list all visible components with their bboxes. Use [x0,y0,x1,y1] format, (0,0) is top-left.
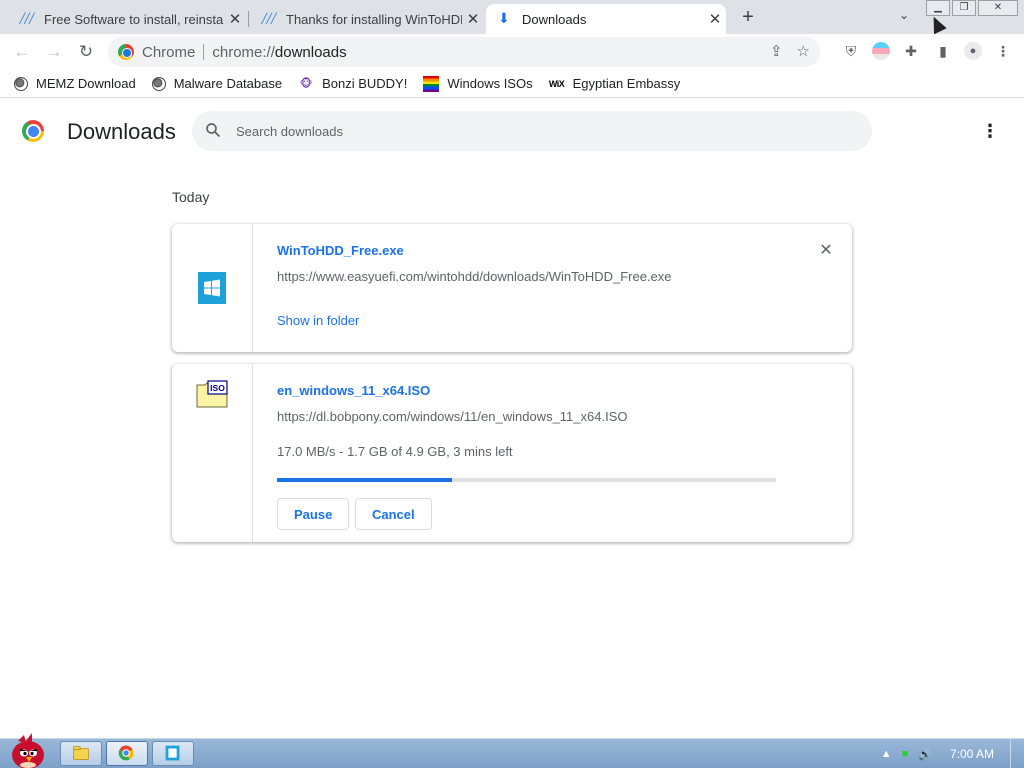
tab-strip: /// Free Software to install, reinsta ✕ … [0,0,1024,35]
tab-free-software[interactable]: /// Free Software to install, reinsta ✕ [8,4,246,34]
file-name-link[interactable]: WinToHDD_Free.exe [277,243,404,258]
chrome-logo-icon [22,120,44,142]
tab-search-chevron-icon[interactable]: ⌄ [894,8,914,28]
close-tab-icon[interactable]: ✕ [704,10,726,28]
start-button-angry-bird-icon[interactable] [4,731,52,768]
bookmark-label: Malware Database [173,76,283,91]
omnibox-divider [203,44,205,60]
file-source-url[interactable]: https://dl.bobpony.com/windows/11/en_win… [277,409,628,424]
bonzi-icon: 🐵 [299,77,313,90]
tab-thanks-installing[interactable]: /// Thanks for installing WinToHDD ✕ [250,4,484,34]
tab-downloads[interactable]: ⬇ Downloads ✕ [486,4,726,34]
bookmark-memz[interactable]: MEMZ Download [14,76,136,91]
download-item: ISO en_windows_11_x64.ISO https://dl.bob… [172,364,852,542]
bookmark-malware-database[interactable]: Malware Database [151,76,283,91]
share-icon[interactable]: ⇪ [770,42,783,60]
puzzle-extensions-icon[interactable]: ✚ [900,40,922,62]
taskbar-chrome-button[interactable] [106,741,148,766]
iso-file-icon: ISO [196,380,228,408]
downloads-header: Downloads ⋮ [0,99,1024,163]
profile-avatar-icon[interactable]: ● [964,42,982,60]
taskbar-explorer-button[interactable] [60,741,102,766]
download-progress-fill [277,478,452,482]
tab-title: Thanks for installing WinToHDD [286,11,462,27]
network-icon[interactable]: ■ [902,748,909,760]
volume-icon[interactable]: 🔊 [918,748,932,761]
browser-toolbar: ← → ↻ Chrome chrome://downloads ⇪ ☆ ⛨ ✚ … [0,34,1024,70]
address-bar[interactable]: Chrome chrome://downloads ⇪ ☆ [108,37,820,67]
show-desktop-button[interactable] [1010,739,1024,768]
reload-button[interactable]: ↻ [74,40,98,64]
windows-app-icon [198,272,226,304]
show-in-folder-link[interactable]: Show in folder [277,313,359,328]
show-hidden-icons-icon[interactable]: ▲ [881,748,892,760]
extension-icons: ⛨ ✚ ▮ ● ⋮ [840,40,1014,62]
download-item: WinToHDD_Free.exe https://www.easyuefi.c… [172,224,852,352]
chrome-menu-icon[interactable]: ⋮ [992,40,1014,62]
bookmark-star-icon[interactable]: ☆ [797,42,810,60]
pause-button[interactable]: Pause [277,498,350,530]
more-actions-icon[interactable]: ⋮ [980,119,1000,143]
download-status: 17.0 MB/s - 1.7 GB of 4.9 GB, 3 mins lef… [277,444,513,459]
file-name-link[interactable]: en_windows_11_x64.ISO [277,383,430,398]
windows-app-icon [165,745,180,761]
globe-icon [151,76,166,91]
search-icon [206,123,220,137]
bookmarks-bar: MEMZ Download Malware Database 🐵 Bonzi B… [0,70,1024,98]
bookmark-windows-isos[interactable]: Windows ISOs [423,75,533,92]
close-tab-icon[interactable]: ✕ [224,10,246,28]
folder-icon [73,746,89,760]
forward-button[interactable]: → [42,40,66,64]
side-panel-icon[interactable]: ▮ [932,40,954,62]
file-source-url[interactable]: https://www.easyuefi.com/wintohdd/downlo… [277,269,672,284]
iso-badge-text: ISO [210,383,225,393]
omnibox-actions: ⇪ ☆ [770,42,810,60]
easyuefi-favicon-icon: /// [262,11,277,27]
windows-taskbar: ▲ ■ 🔊 7:00 AM [0,733,1024,768]
extension-flag-icon[interactable] [872,42,890,60]
date-section-label: Today [172,189,210,205]
download-progress-bar [277,478,776,482]
close-window-button[interactable]: ✕ [978,0,1018,16]
chrome-page-icon [118,44,134,60]
globe-icon [14,76,28,91]
bookmark-bonzi-buddy[interactable]: 🐵 Bonzi BUDDY! [298,76,408,92]
system-tray: ▲ ■ 🔊 7:00 AM [881,739,1024,768]
rainbow-flag-icon [423,75,440,92]
tab-title: Free Software to install, reinsta [44,11,224,27]
taskbar-wintohdd-button[interactable] [152,741,194,766]
easyuefi-favicon-icon: /// [20,11,35,27]
omnibox-url[interactable]: chrome://downloads [212,44,346,61]
search-downloads-box[interactable] [192,111,872,151]
bookmark-label: Egyptian Embassy [572,76,681,91]
tab-divider [248,11,249,27]
bookmark-label: Bonzi BUDDY! [322,76,408,91]
clock[interactable]: 7:00 AM [950,747,994,761]
close-tab-icon[interactable]: ✕ [462,10,484,28]
remove-from-list-icon[interactable]: ✕ [816,241,836,261]
cancel-button[interactable]: Cancel [355,498,432,530]
back-button[interactable]: ← [10,40,34,64]
file-icon-column [172,224,253,352]
download-icon: ⬇ [498,11,510,27]
tab-title: Downloads [522,11,587,27]
restore-button[interactable]: ❐ [952,0,976,16]
page-title: Downloads [67,119,176,144]
file-icon-column: ISO [172,364,253,542]
bookmark-egyptian-embassy[interactable]: WiX Egyptian Embassy [548,76,681,92]
omnibox-label: Chrome [142,43,196,61]
ublock-shield-icon[interactable]: ⛨ [840,40,862,62]
bookmark-label: MEMZ Download [36,76,136,91]
wix-icon: WiX [548,78,565,89]
new-tab-button[interactable]: + [736,6,760,30]
search-input[interactable] [236,119,836,143]
chrome-icon [118,745,134,761]
bookmark-label: Windows ISOs [447,76,533,91]
